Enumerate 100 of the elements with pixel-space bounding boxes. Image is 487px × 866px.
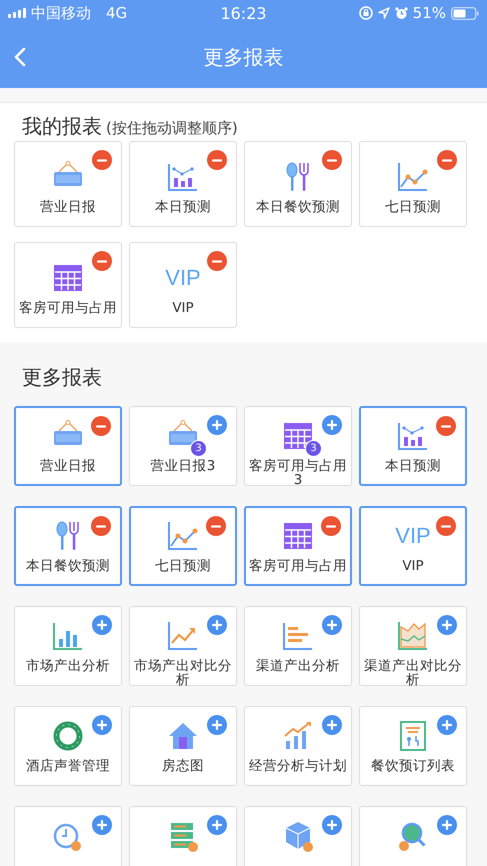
tile-label: 经营分析与计划 [248, 759, 348, 774]
tile-label: VIP [401, 559, 425, 574]
battery-percent: 51% [412, 4, 446, 22]
plus-icon [442, 720, 452, 730]
alarm-icon [394, 6, 408, 20]
back-icon [14, 47, 26, 67]
remove-button[interactable] [91, 516, 111, 536]
report-tile[interactable]: 营业日报 [14, 141, 122, 227]
add-button[interactable] [92, 715, 112, 735]
plus-icon [442, 620, 452, 630]
report-tile[interactable]: 3 客房可用与占用3 [244, 406, 352, 486]
tile-label: 客房可用与占用 [18, 301, 118, 316]
minus-icon [97, 260, 107, 262]
report-tile[interactable]: 市场产出分析 [14, 606, 122, 686]
tile-label: 客房可用与占用3 [248, 459, 348, 488]
tile-label: 本日餐饮预测 [25, 559, 111, 574]
remove-button[interactable] [322, 150, 342, 170]
report-tile[interactable]: 营业日报 [14, 406, 122, 486]
remove-button[interactable] [436, 416, 456, 436]
report-tile[interactable]: 七日预测 [359, 141, 467, 227]
section-hint: (按住拖动调整顺序) [106, 119, 238, 138]
add-button[interactable] [207, 415, 227, 435]
tile-label: 酒店声誉管理 [25, 759, 111, 774]
rotation-lock-icon [358, 6, 373, 20]
plus-icon [97, 720, 107, 730]
remove-button[interactable] [206, 516, 226, 536]
report-tile[interactable]: 渠道产出分析 [244, 606, 352, 686]
report-tile[interactable]: 酒店声誉管理 [14, 706, 122, 786]
add-button[interactable] [207, 815, 227, 835]
remove-button[interactable] [321, 516, 341, 536]
remove-button[interactable] [91, 416, 111, 436]
signal-icon [8, 8, 26, 18]
remove-button[interactable] [92, 251, 112, 271]
plus-icon [442, 820, 452, 830]
tile-label: 营业日报 [39, 200, 97, 214]
add-button[interactable] [92, 615, 112, 635]
minus-icon [212, 158, 222, 162]
carrier-name: 中国移动 [31, 4, 91, 22]
report-tile[interactable]: 渠道产出对比分析 [359, 606, 467, 686]
plus-icon [327, 420, 337, 430]
minus-icon [441, 524, 451, 528]
section-title: 我的报表 [22, 113, 102, 140]
minus-icon [96, 424, 106, 428]
report-tile[interactable]: VIP VIP [359, 506, 467, 586]
tile-label: 本日预测 [154, 200, 212, 214]
plus-icon [212, 720, 222, 730]
remove-button[interactable] [92, 150, 112, 170]
tile-label: 市场产出对比分析 [133, 659, 233, 688]
report-tile[interactable]: 本日预测 [359, 406, 467, 486]
add-button[interactable] [322, 815, 342, 835]
plus-icon [97, 620, 107, 630]
add-button[interactable] [92, 815, 112, 835]
remove-button[interactable] [207, 251, 227, 271]
report-tile[interactable]: 市场产出对比分析 [129, 606, 237, 686]
tile-label: 渠道产出分析 [255, 659, 341, 674]
tile-label: VIP [171, 301, 195, 316]
remove-button[interactable] [207, 150, 227, 170]
vip-logo: VIP [165, 265, 201, 291]
status-time: 16:23 [220, 4, 267, 22]
report-tile[interactable]: 经营分析与计划 [244, 706, 352, 786]
plus-icon [327, 720, 337, 730]
section-title: 更多报表 [22, 364, 102, 391]
minus-icon [212, 260, 222, 262]
tile-label: 本日预测 [384, 459, 442, 474]
plus-icon [212, 820, 222, 830]
add-button[interactable] [322, 715, 342, 735]
add-button[interactable] [207, 715, 227, 735]
report-tile[interactable]: 客房可用与占用 [14, 242, 122, 328]
tile-label: 营业日报3 [150, 459, 216, 474]
add-button[interactable] [322, 615, 342, 635]
report-tile[interactable] [129, 806, 237, 866]
report-tile[interactable]: 七日预测 [129, 506, 237, 586]
add-button[interactable] [437, 615, 457, 635]
report-tile[interactable]: 本日餐饮预测 [244, 141, 352, 227]
add-button[interactable] [437, 815, 457, 835]
page-title: 更多报表 [204, 44, 284, 70]
report-tile[interactable] [359, 806, 467, 866]
report-tile[interactable] [14, 806, 122, 866]
remove-button[interactable] [436, 516, 456, 536]
add-button[interactable] [207, 615, 227, 635]
report-tile[interactable]: 本日预测 [129, 141, 237, 227]
tile-label: 七日预测 [384, 200, 442, 214]
report-tile[interactable]: 房态图 [129, 706, 237, 786]
tile-label: 市场产出分析 [25, 659, 111, 674]
add-button[interactable] [437, 715, 457, 735]
minus-icon [326, 524, 336, 528]
plus-icon [212, 620, 222, 630]
report-tile[interactable]: 餐饮预订列表 [359, 706, 467, 786]
minus-icon [442, 158, 452, 162]
plus-icon [327, 820, 337, 830]
report-tile[interactable] [244, 806, 352, 866]
tile-label: 房态图 [161, 759, 205, 774]
report-tile[interactable]: 客房可用与占用 [244, 506, 352, 586]
report-tile[interactable]: 本日餐饮预测 [14, 506, 122, 586]
report-tile[interactable]: 3 营业日报3 [129, 406, 237, 486]
remove-button[interactable] [437, 150, 457, 170]
minus-icon [97, 158, 107, 162]
count-badge: 3 [305, 440, 322, 457]
report-tile[interactable]: VIP VIP [129, 242, 237, 328]
add-button[interactable] [322, 415, 342, 435]
